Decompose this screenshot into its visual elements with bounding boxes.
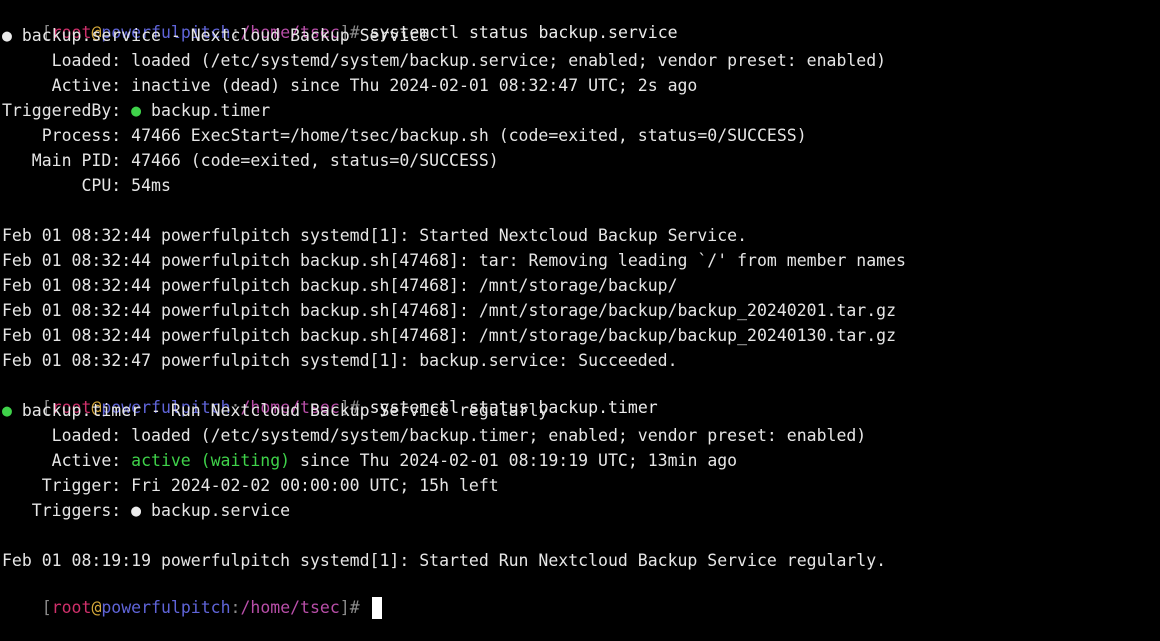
prompt-close: ]# — [339, 598, 370, 617]
service-triggeredby-line: TriggeredBy: ● backup.timer — [0, 100, 1160, 125]
log-line: Feb 01 08:32:44 powerfulpitch backup.sh[… — [2, 301, 897, 320]
cursor-block[interactable] — [371, 597, 382, 619]
timer-triggers-line: Triggers: ● backup.service — [0, 500, 1160, 525]
log-line: Feb 01 08:32:44 powerfulpitch backup.sh[… — [2, 251, 906, 270]
active-label: Active: — [2, 451, 132, 470]
triggeredby-value: backup.timer — [141, 101, 271, 120]
log-line: Feb 01 08:32:44 powerfulpitch systemd[1]… — [2, 226, 748, 245]
log-line: Feb 01 08:32:44 powerfulpitch backup.sh[… — [2, 276, 678, 295]
service-header: backup.service - Nextcloud Backup Servic… — [11, 26, 430, 45]
service-loaded-line: Loaded: loaded (/etc/systemd/system/back… — [2, 51, 887, 70]
prompt-line: [root@powerfulpitch:/home/tsec]# systemc… — [0, 0, 1160, 42]
timer-header: backup.timer - Run Nextcloud Backup Serv… — [11, 401, 549, 420]
log-line: Feb 01 08:19:19 powerfulpitch systemd[1]… — [2, 551, 887, 570]
prompt-open-bracket: [ — [41, 598, 52, 617]
service-cpu-line: CPU: 54ms — [2, 176, 171, 195]
service-mainpid-line: Main PID: 47466 (code=exited, status=0/S… — [2, 151, 499, 170]
log-line: Feb 01 08:32:44 powerfulpitch backup.sh[… — [2, 326, 897, 345]
triggers-label: Triggers: — [2, 501, 132, 520]
active-state: active (waiting) — [131, 451, 291, 470]
timer-loaded-line: Loaded: loaded (/etc/systemd/system/back… — [2, 426, 867, 445]
prompt-line: [root@powerfulpitch:/home/tsec]# systemc… — [0, 375, 1160, 417]
status-dot-icon: ● — [2, 401, 12, 420]
prompt-user: root — [51, 598, 92, 617]
prompt-line[interactable]: [root@powerfulpitch:/home/tsec]# — [0, 575, 1160, 619]
active-rest: since Thu 2024-02-01 08:19:19 UTC; 13min… — [290, 451, 738, 470]
service-process-line: Process: 47466 ExecStart=/home/tsec/back… — [2, 126, 807, 145]
prompt-at: @ — [91, 598, 102, 617]
service-active-line: Active: inactive (dead) since Thu 2024-0… — [2, 76, 698, 95]
timer-active-line: Active: active (waiting) since Thu 2024-… — [0, 450, 1160, 475]
prompt-path-sep: : — [230, 598, 241, 617]
triggers-value: backup.service — [141, 501, 291, 520]
terminal-window[interactable]: [root@powerfulpitch:/home/tsec]# systemc… — [0, 0, 1160, 619]
prompt-host: powerfulpitch — [101, 598, 231, 617]
status-dot-icon: ● — [131, 101, 142, 120]
triggeredby-label: TriggeredBy: — [2, 101, 132, 120]
timer-trigger-line: Trigger: Fri 2024-02-02 00:00:00 UTC; 15… — [2, 476, 499, 495]
status-dot-icon: ● — [131, 501, 142, 520]
prompt-path: /home/tsec — [240, 598, 340, 617]
log-line: Feb 01 08:32:47 powerfulpitch systemd[1]… — [2, 351, 678, 370]
status-dot-icon: ● — [2, 26, 12, 45]
